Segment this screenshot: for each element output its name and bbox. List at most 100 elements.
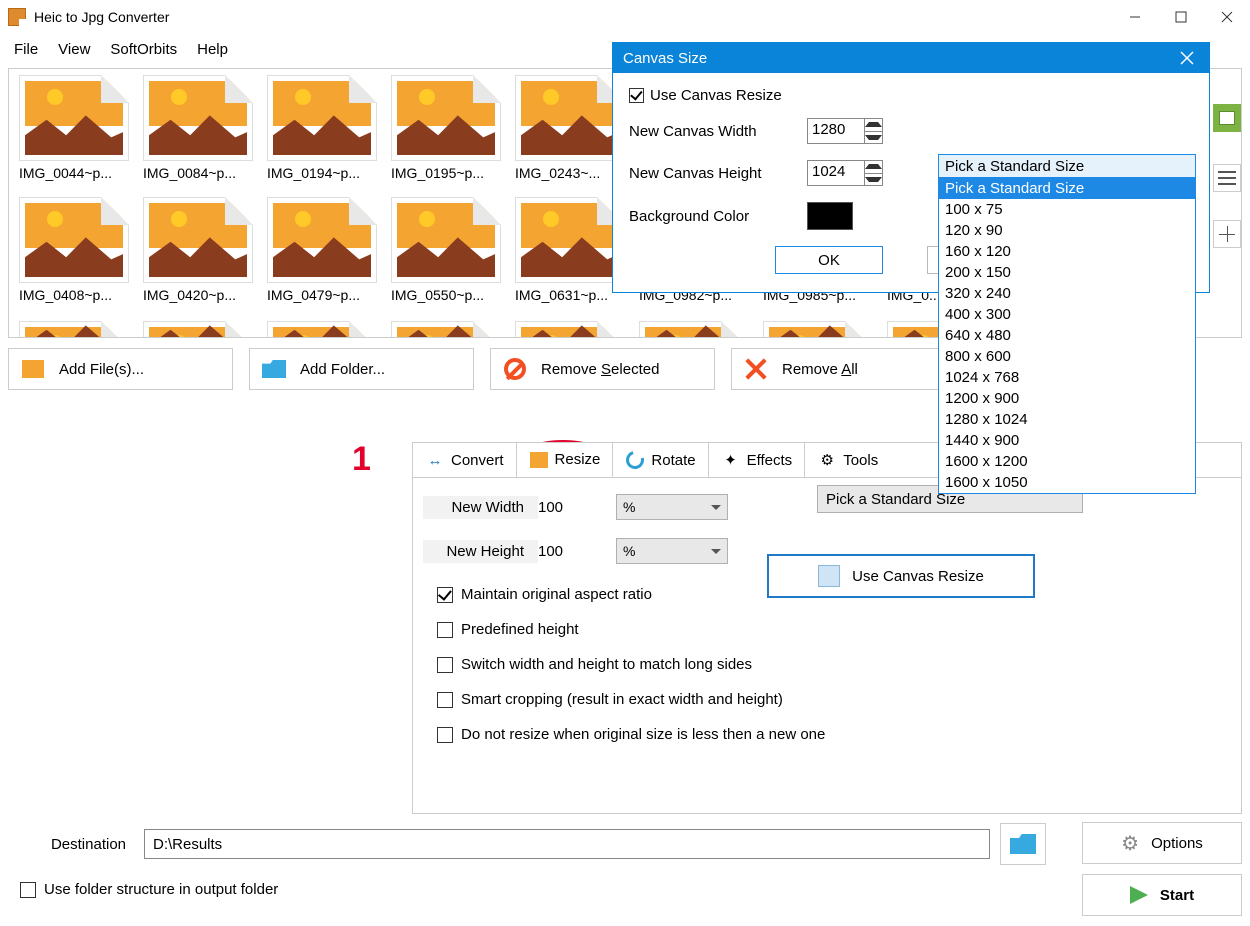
app-title: Heic to Jpg Converter xyxy=(34,9,169,25)
add-folder-button[interactable]: Add Folder... xyxy=(249,348,474,390)
thumbnail-item[interactable]: IMG_0044~p... xyxy=(15,75,133,195)
width-spinner[interactable] xyxy=(865,118,883,144)
view-list-icon[interactable] xyxy=(1213,164,1241,192)
dropdown-option[interactable]: 1200 x 900 xyxy=(939,388,1195,409)
play-icon xyxy=(1130,886,1148,904)
remove-selected-button[interactable]: Remove Selected xyxy=(490,348,715,390)
thumbnail-item[interactable] xyxy=(635,321,753,338)
thumbnail-item[interactable] xyxy=(15,321,133,338)
tab-rotate[interactable]: Rotate xyxy=(613,443,708,477)
window-controls xyxy=(1112,2,1250,32)
tab-resize[interactable]: Resize xyxy=(517,443,614,477)
browse-button[interactable] xyxy=(1000,823,1046,865)
caret-icon xyxy=(711,505,721,510)
tab-tools[interactable]: ⚙Tools xyxy=(805,443,890,477)
dropdown-option[interactable]: 120 x 90 xyxy=(939,220,1195,241)
thumbnail-item[interactable] xyxy=(511,321,629,338)
resize-icon xyxy=(529,450,549,470)
standard-size-combobox[interactable]: Pick a Standard Size xyxy=(938,154,1196,178)
new-height-value[interactable]: 100 xyxy=(538,543,616,560)
menu-help[interactable]: Help xyxy=(187,37,238,62)
caret-down-icon xyxy=(865,135,882,140)
dropdown-option[interactable]: 100 x 75 xyxy=(939,199,1195,220)
title-bar: Heic to Jpg Converter xyxy=(0,0,1250,34)
tab-convert[interactable]: ↔Convert xyxy=(413,443,517,477)
height-unit-select[interactable]: % xyxy=(616,538,728,564)
maximize-button[interactable] xyxy=(1158,2,1204,32)
checkbox-icon xyxy=(437,692,453,708)
bg-color-swatch[interactable] xyxy=(807,202,853,230)
thumbnail-item[interactable]: IMG_0195~p... xyxy=(387,75,505,195)
ok-button[interactable]: OK xyxy=(775,246,883,274)
thumbnail-image xyxy=(267,75,377,161)
thumbnail-label: IMG_0243~... xyxy=(515,165,625,181)
tabs-area: ↔Convert Resize Rotate ✦Effects ⚙Tools N… xyxy=(412,442,1242,814)
app-icon xyxy=(8,8,26,26)
use-canvas-resize-button[interactable]: Use Canvas Resize xyxy=(767,554,1035,598)
thumbnail-item[interactable]: IMG_0479~p... xyxy=(263,197,381,317)
thumbnail-image xyxy=(143,321,253,338)
canvas-height-input[interactable]: 1024 xyxy=(807,160,865,186)
thumbnail-item[interactable] xyxy=(759,321,877,338)
thumbnail-item[interactable] xyxy=(263,321,381,338)
thumbnail-item[interactable]: IMG_0408~p... xyxy=(15,197,133,317)
menu-softorbits[interactable]: SoftOrbits xyxy=(100,37,187,62)
dropdown-option[interactable]: 1280 x 1024 xyxy=(939,409,1195,430)
menu-view[interactable]: View xyxy=(48,37,100,62)
close-button[interactable] xyxy=(1204,2,1250,32)
dialog-close-button[interactable] xyxy=(1175,46,1199,70)
rotate-icon xyxy=(625,450,645,470)
dropdown-option[interactable]: 200 x 150 xyxy=(939,262,1195,283)
destination-input[interactable]: D:\Results xyxy=(144,829,990,859)
dropdown-option[interactable]: 1600 x 1200 xyxy=(939,451,1195,472)
thumbnail-item[interactable]: IMG_0420~p... xyxy=(139,197,257,317)
new-width-value[interactable]: 100 xyxy=(538,499,616,516)
thumbnail-label: IMG_0550~p... xyxy=(391,287,501,303)
dropdown-option[interactable]: 160 x 120 xyxy=(939,241,1195,262)
thumbnail-item[interactable] xyxy=(387,321,505,338)
dropdown-option[interactable]: 640 x 480 xyxy=(939,325,1195,346)
annotation-1: 1 xyxy=(352,440,371,479)
thumbnail-image xyxy=(267,321,377,338)
do-not-resize-checkbox[interactable]: Do not resize when original size is less… xyxy=(437,726,1231,743)
thumbnail-label: IMG_0631~p... xyxy=(515,287,625,303)
thumbnail-image xyxy=(763,321,873,338)
bottom-panel: Destination D:\Results Use folder struct… xyxy=(0,823,1250,916)
canvas-width-input[interactable]: 1280 xyxy=(807,118,865,144)
height-spinner[interactable] xyxy=(865,160,883,186)
thumbnail-item[interactable]: IMG_0194~p... xyxy=(263,75,381,195)
switch-wh-checkbox[interactable]: Switch width and height to match long si… xyxy=(437,656,1231,673)
dropdown-option[interactable]: 1024 x 768 xyxy=(939,367,1195,388)
x-icon xyxy=(744,358,768,380)
gear-icon: ⚙ xyxy=(1121,831,1139,856)
dropdown-option[interactable]: 1600 x 1050 xyxy=(939,472,1195,493)
caret-down-icon xyxy=(865,177,882,182)
folder-structure-checkbox[interactable]: Use folder structure in output folder xyxy=(20,881,1242,898)
dropdown-option[interactable]: 1440 x 900 xyxy=(939,430,1195,451)
remove-all-button[interactable]: Remove All xyxy=(731,348,956,390)
dropdown-option[interactable]: 400 x 300 xyxy=(939,304,1195,325)
checkbox-icon xyxy=(437,587,453,603)
predefined-height-checkbox[interactable]: Predefined height xyxy=(437,621,1231,638)
width-unit-select[interactable]: % xyxy=(616,494,728,520)
menu-file[interactable]: File xyxy=(4,37,48,62)
new-width-label: New Width xyxy=(423,496,538,519)
thumbnail-item[interactable]: IMG_0084~p... xyxy=(139,75,257,195)
options-button[interactable]: ⚙Options xyxy=(1082,822,1242,864)
minimize-button[interactable] xyxy=(1112,2,1158,32)
smart-cropping-checkbox[interactable]: Smart cropping (result in exact width an… xyxy=(437,691,1231,708)
view-thumbnails-icon[interactable] xyxy=(1213,104,1241,132)
gear-icon: ⚙ xyxy=(817,450,837,470)
start-button[interactable]: Start xyxy=(1082,874,1242,916)
dropdown-option[interactable]: 800 x 600 xyxy=(939,346,1195,367)
dropdown-option[interactable]: 320 x 240 xyxy=(939,283,1195,304)
tab-effects[interactable]: ✦Effects xyxy=(709,443,806,477)
add-files-button[interactable]: Add File(s)... xyxy=(8,348,233,390)
thumbnail-item[interactable] xyxy=(139,321,257,338)
use-canvas-resize-checkbox[interactable]: Use Canvas Resize xyxy=(629,87,1193,104)
checkbox-icon xyxy=(437,727,453,743)
view-grid-icon[interactable] xyxy=(1213,220,1241,248)
dropdown-option[interactable]: Pick a Standard Size xyxy=(939,178,1195,199)
thumbnail-item[interactable]: IMG_0550~p... xyxy=(387,197,505,317)
dialog-title-bar[interactable]: Canvas Size xyxy=(613,43,1209,73)
